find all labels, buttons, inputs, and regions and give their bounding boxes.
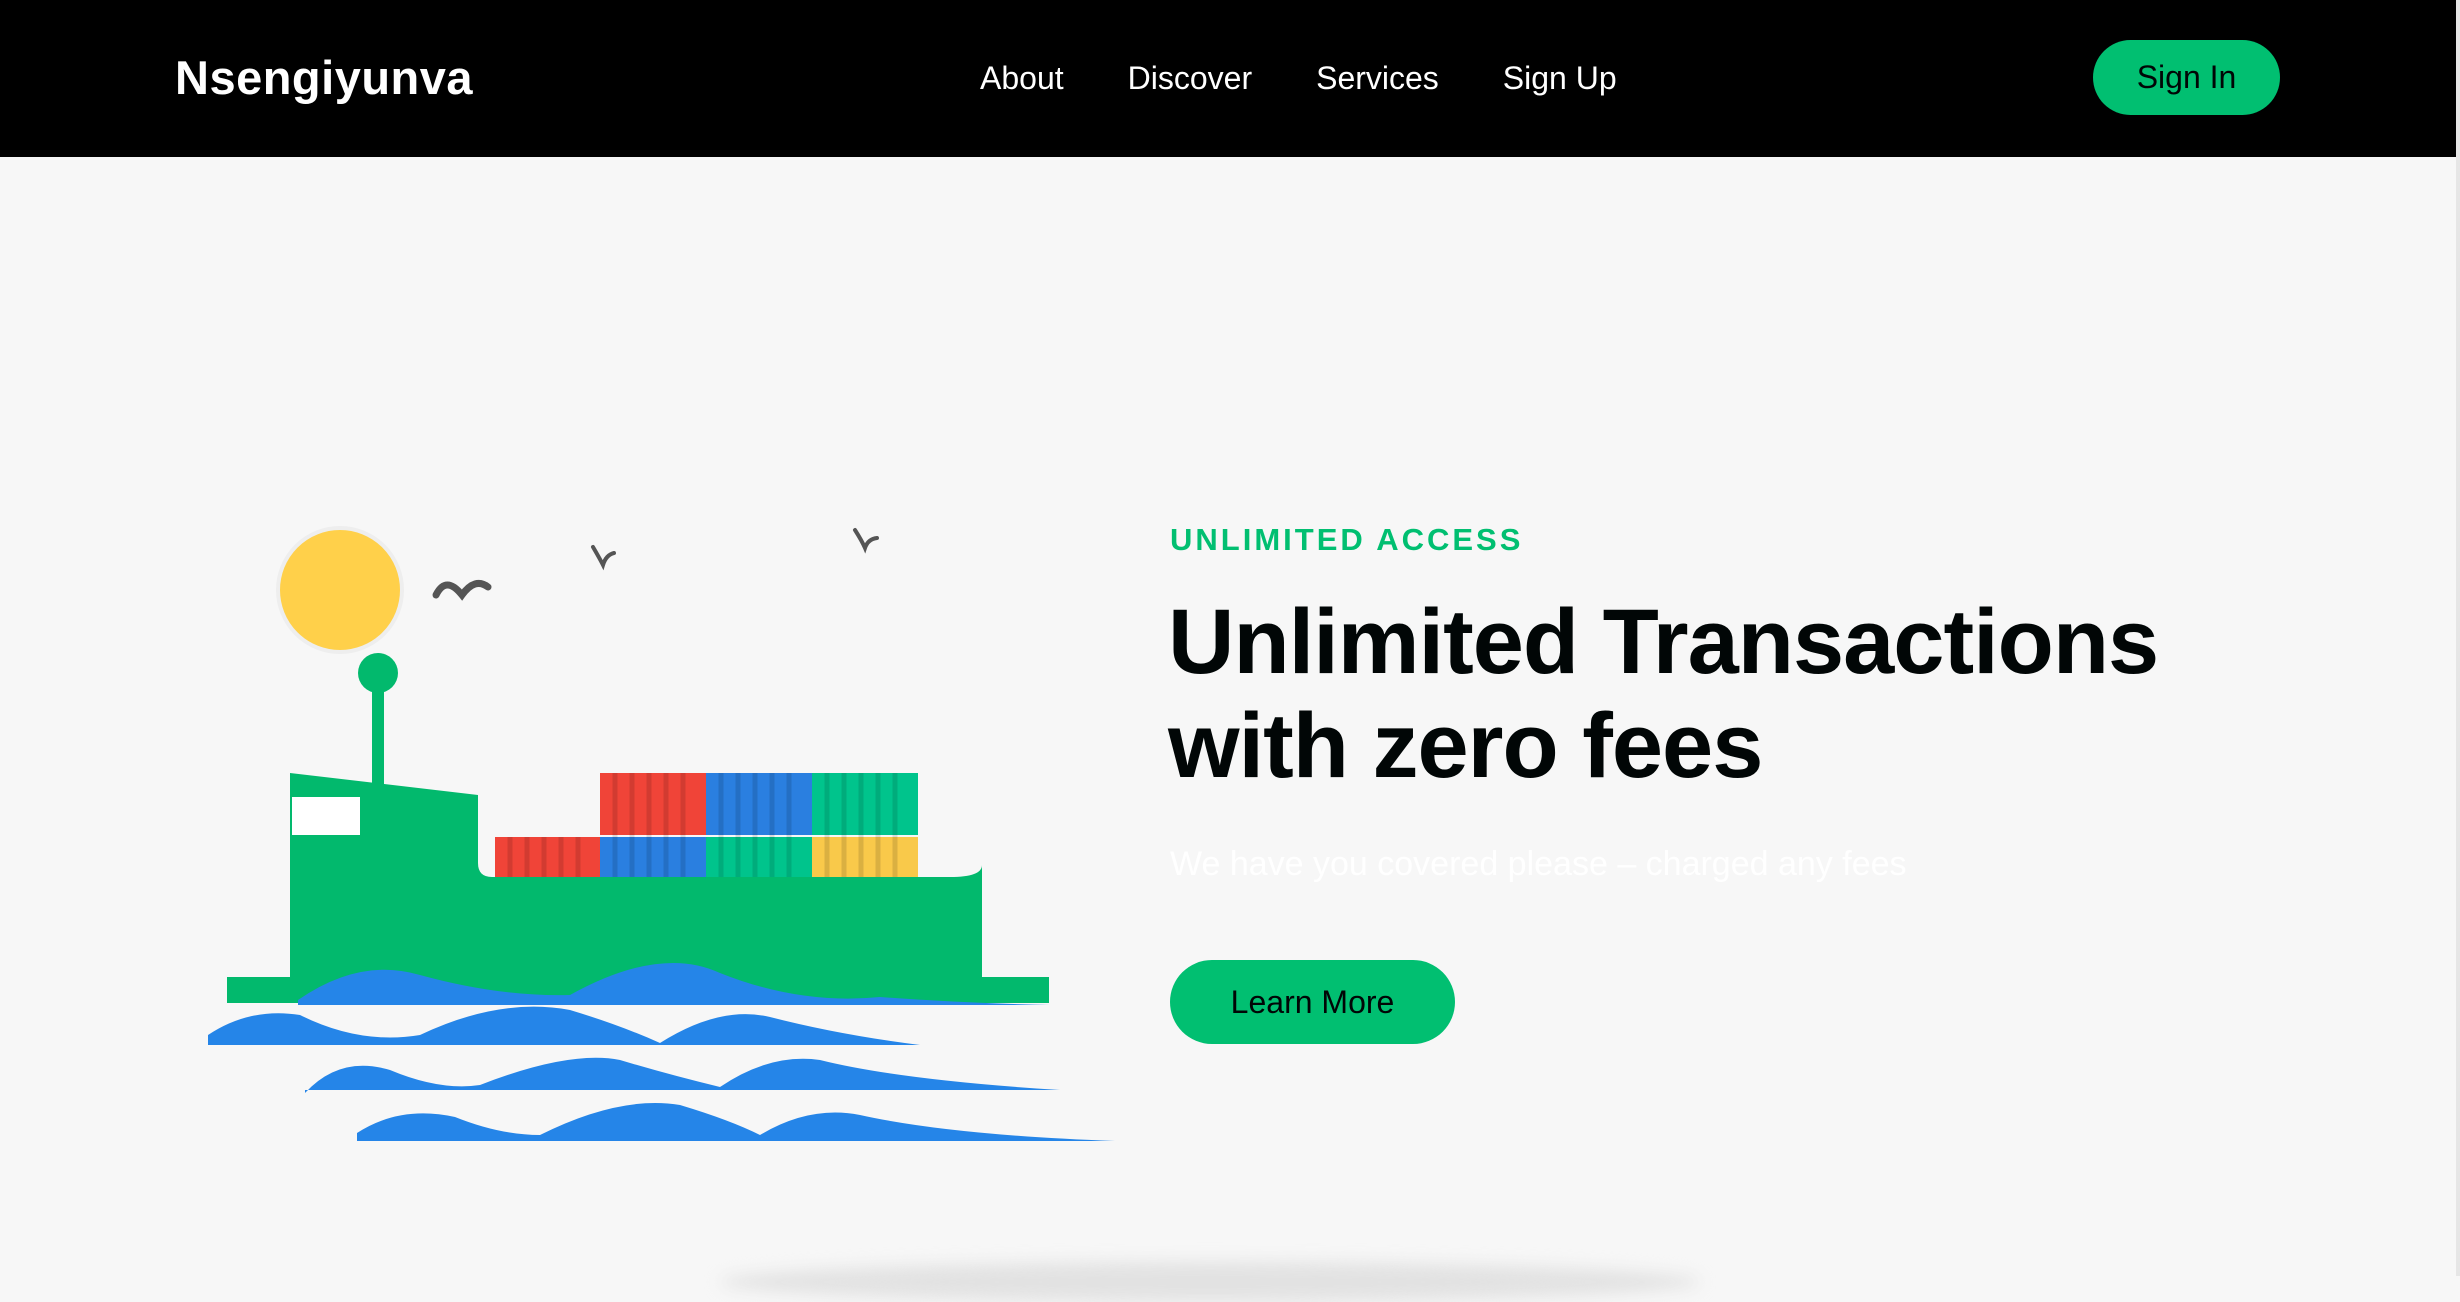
nav-link-signup[interactable]: Sign Up xyxy=(1503,60,1617,97)
scrollbar-track[interactable] xyxy=(2456,0,2460,1276)
bird-icon xyxy=(432,579,492,601)
sign-in-button[interactable]: Sign In xyxy=(2093,40,2280,115)
nav-links: About Discover Services Sign Up xyxy=(980,60,1617,97)
navbar: Nsengiyunva About Discover Services Sign… xyxy=(0,0,2456,157)
hero-subtext: We have you covered please – charged any… xyxy=(1170,845,1907,883)
sun-icon xyxy=(276,526,404,654)
nav-link-services[interactable]: Services xyxy=(1316,60,1439,97)
bird-icon xyxy=(591,545,616,571)
hero-headline-line2: with zero fees xyxy=(1168,695,1763,797)
brand-logo[interactable]: Nsengiyunva xyxy=(175,50,473,105)
hero-headline-line1: Unlimited Transactions xyxy=(1168,591,2159,693)
hero-eyebrow: UNLIMITED ACCESS xyxy=(1170,522,1524,557)
learn-more-button[interactable]: Learn More xyxy=(1170,960,1455,1044)
card-shadow xyxy=(720,1262,1700,1302)
nav-link-about[interactable]: About xyxy=(980,60,1064,97)
hero-illustration xyxy=(208,526,1115,1141)
bird-icon xyxy=(853,528,879,554)
hero-headline: Unlimited Transactions with zero fees xyxy=(1168,590,2318,798)
mast-pole xyxy=(372,675,384,795)
nav-link-discover[interactable]: Discover xyxy=(1128,60,1252,97)
shipping-container-icon xyxy=(495,773,918,882)
